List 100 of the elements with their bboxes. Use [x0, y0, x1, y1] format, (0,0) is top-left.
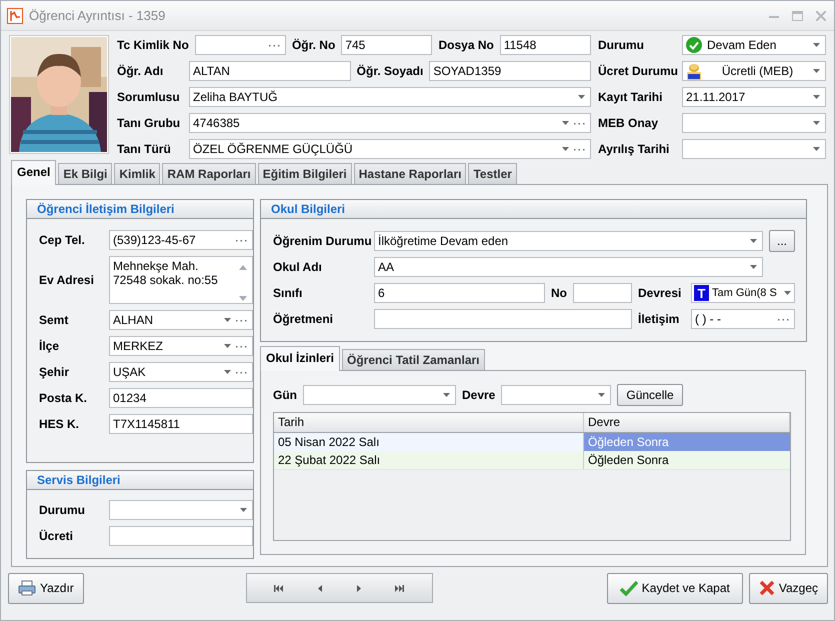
tab[interactable]: Öğrenci Tatil Zamanları — [342, 349, 484, 370]
field-label: Semt — [39, 313, 70, 327]
checkmark-icon — [686, 37, 702, 53]
dropdown-field[interactable] — [303, 385, 456, 405]
field-label: Öğr. No — [292, 38, 336, 52]
caret-icon[interactable] — [443, 393, 450, 397]
tab[interactable]: Kimlik — [114, 163, 160, 184]
ellipsis-icon[interactable] — [236, 318, 247, 322]
field-label: Durumu — [39, 503, 86, 517]
field-label: Posta K. — [39, 391, 88, 405]
dropdown-field[interactable] — [109, 500, 253, 520]
caret-icon[interactable] — [224, 318, 231, 322]
field-label: Devre — [462, 388, 496, 402]
caret-icon[interactable] — [562, 121, 569, 125]
caret-icon[interactable] — [813, 43, 820, 47]
caret-icon[interactable] — [578, 95, 585, 99]
field-label: Öğretmeni — [273, 312, 334, 326]
caret-icon[interactable] — [240, 508, 247, 512]
caret-icon[interactable] — [813, 121, 820, 125]
dropdown-field[interactable]: UŞAK — [109, 362, 253, 382]
tab[interactable]: Eğitim Bilgileri — [258, 163, 352, 184]
field-label: Öğr. Adı — [117, 64, 164, 78]
field-label: Öğr. Soyadı — [356, 64, 424, 78]
coins-icon — [686, 62, 702, 80]
field-label: Durumu — [598, 38, 645, 52]
input-field[interactable]: 745 — [341, 35, 432, 55]
dropdown-field[interactable] — [682, 139, 826, 159]
dropdown-field[interactable]: ALHAN — [109, 310, 253, 330]
field-label: MEB Onay — [598, 116, 660, 130]
field-label: İlçe — [39, 339, 60, 353]
ellipsis-icon[interactable] — [574, 148, 585, 150]
field-label: İletişim — [638, 312, 680, 326]
dropdown-field[interactable]: T Tam Gün(8 S — [691, 283, 795, 303]
save-button[interactable]: Kaydet ve Kapat — [606, 572, 743, 604]
caret-icon[interactable] — [224, 370, 231, 374]
caret-icon[interactable] — [224, 344, 231, 348]
field-label: Gün — [273, 388, 297, 402]
input-field[interactable]: 6 — [374, 283, 545, 303]
dropdown-field[interactable]: MERKEZ — [109, 336, 253, 356]
field-label: Cep Tel. — [39, 233, 86, 247]
dropdown-field[interactable]: ÖZEL ÖĞRENME GÜÇLÜĞÜ — [189, 139, 591, 159]
tab[interactable]: RAM Raporları — [162, 163, 256, 184]
dropdown-field[interactable]: Zeliha BAYTUĞ — [189, 87, 591, 107]
caret-icon[interactable] — [750, 265, 757, 269]
browse-button[interactable]: ... — [769, 230, 795, 252]
caret-icon[interactable] — [784, 291, 791, 295]
ellipsis-icon[interactable] — [236, 344, 247, 348]
input-field[interactable]: 01234 — [109, 388, 253, 408]
dropdown-field[interactable]: 21.11.2017 — [682, 87, 826, 107]
caret-icon[interactable] — [598, 393, 606, 397]
group-title: Servis Bilgileri — [27, 471, 253, 490]
last-record-icon[interactable] — [395, 584, 404, 592]
caret-icon[interactable] — [813, 69, 820, 73]
ellipsis-icon[interactable] — [778, 318, 789, 320]
ellipsis-icon[interactable] — [268, 44, 280, 46]
next-record-icon[interactable] — [356, 584, 361, 592]
input-field[interactable]: T7X1145811 — [109, 414, 253, 434]
ellipsis-icon[interactable] — [574, 122, 585, 124]
cancel-button[interactable]: Vazgeç — [748, 572, 828, 604]
dropdown-field[interactable]: İlköğretime Devam eden — [374, 231, 763, 251]
ellipsis-icon[interactable] — [236, 370, 247, 374]
tab[interactable]: Okul İzinleri — [260, 346, 340, 371]
dropdown-field[interactable]: 4746385 — [189, 113, 591, 133]
field-label: Sınıfı — [273, 286, 304, 300]
table-cell: 05 Nisan 2022 Salı — [274, 433, 584, 451]
dropdown-field[interactable]: Ücretli (MEB) — [682, 61, 826, 81]
input-field[interactable] — [374, 309, 632, 329]
tab[interactable]: Testler — [468, 163, 517, 184]
tab[interactable]: Ek Bilgi — [58, 163, 112, 184]
print-button[interactable]: Yazdır — [8, 572, 84, 604]
field-label: Ücret Durumu — [598, 64, 680, 78]
input-field[interactable] — [194, 35, 286, 55]
field-label: Devresi — [638, 286, 682, 300]
caret-icon[interactable] — [813, 95, 820, 99]
input-field[interactable] — [109, 526, 253, 546]
dropdown-field[interactable]: Devam Eden — [682, 35, 826, 55]
input-field[interactable]: (539)123-45-67 — [109, 230, 253, 250]
update-button[interactable]: Güncelle — [617, 384, 683, 406]
dropdown-field[interactable] — [682, 113, 826, 133]
first-record-icon[interactable] — [274, 584, 284, 592]
previous-record-icon[interactable] — [318, 584, 322, 592]
input-field[interactable]: ALTAN — [189, 61, 351, 81]
input-field[interactable]: SOYAD1359 — [429, 61, 591, 81]
input-field[interactable] — [573, 283, 632, 303]
dropdown-field[interactable]: AA — [374, 257, 763, 277]
tab[interactable]: Hastane Raporları — [354, 163, 466, 184]
field-label: Tanı Grubu — [117, 116, 182, 130]
caret-icon[interactable] — [813, 147, 820, 151]
dropdown-field[interactable] — [501, 385, 612, 405]
text-area[interactable]: Mehnekşe Mah. 72548 sokak. no:55 — [109, 256, 253, 304]
ellipsis-icon[interactable] — [236, 238, 247, 242]
input-field[interactable]: ( ) - - — [691, 309, 795, 329]
field-label: Okul Adı — [273, 260, 323, 274]
caret-icon[interactable] — [750, 239, 757, 243]
input-field[interactable]: 11548 — [500, 35, 592, 55]
column-header: Devre — [584, 413, 790, 432]
field-label: Sorumlusu — [117, 90, 181, 104]
caret-icon[interactable] — [562, 147, 569, 151]
tab[interactable]: Genel — [11, 160, 56, 185]
shift-badge: T — [694, 285, 709, 301]
